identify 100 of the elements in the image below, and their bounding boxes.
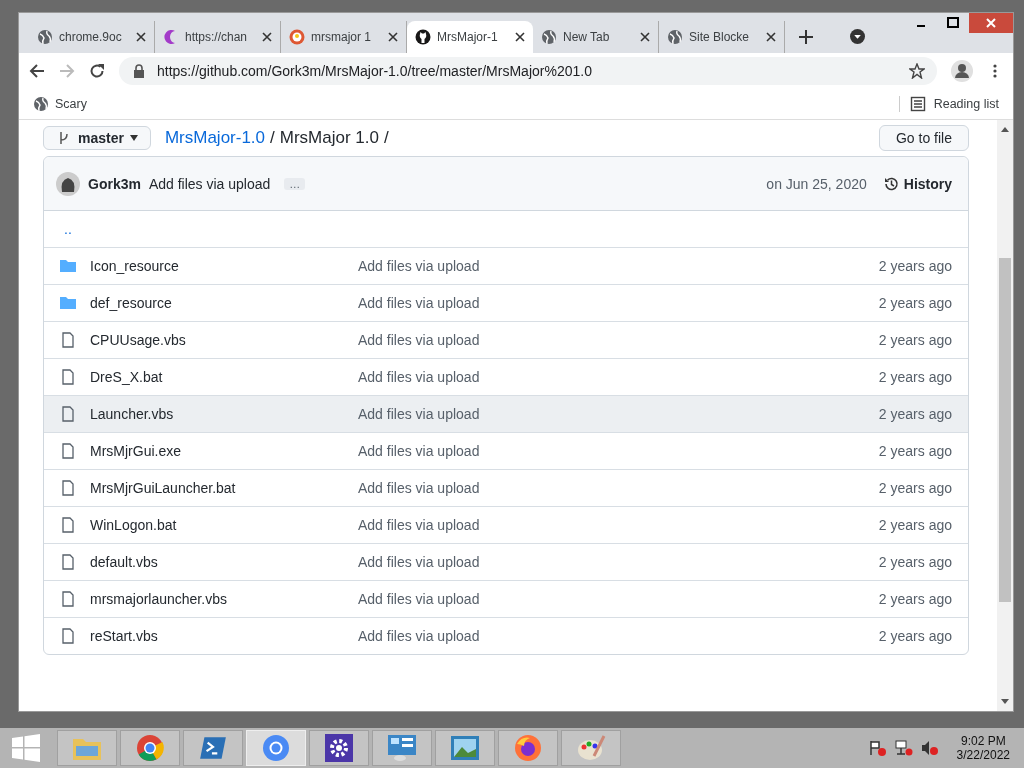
commit-message-link[interactable]: Add files via upload xyxy=(358,295,879,311)
branch-selector[interactable]: master xyxy=(43,126,151,150)
parent-directory-link[interactable]: .. xyxy=(60,221,72,237)
file-row[interactable]: WinLogon.bat Add files via upload 2 years ago xyxy=(44,506,968,543)
scrollbar[interactable] xyxy=(997,120,1013,711)
reading-list-icon[interactable] xyxy=(909,96,926,112)
file-row[interactable]: mrsmajorlauncher.vbs Add files via upload 2 years ago xyxy=(44,580,968,617)
control-panel-icon xyxy=(387,734,417,762)
commit-age: 2 years ago xyxy=(878,628,952,644)
scroll-down-icon[interactable] xyxy=(1001,697,1009,705)
close-icon[interactable] xyxy=(640,32,650,42)
history-icon[interactable] xyxy=(882,175,899,192)
commit-message-link[interactable]: Add files via upload xyxy=(358,628,879,644)
reload-icon[interactable] xyxy=(89,63,105,79)
file-icon xyxy=(60,591,76,607)
commit-message-link[interactable]: Add files via upload xyxy=(358,406,879,422)
commit-message-link[interactable]: Add files via upload xyxy=(358,369,879,385)
bookmark-link[interactable]: Scary xyxy=(55,97,87,111)
file-name-link[interactable]: mrsmajorlauncher.vbs xyxy=(90,591,358,607)
file-name-link[interactable]: def_resource xyxy=(90,295,358,311)
close-icon[interactable] xyxy=(262,32,272,42)
browser-tab[interactable]: MrsMajor-1 xyxy=(407,21,533,53)
close-icon[interactable] xyxy=(766,32,776,42)
file-name-link[interactable]: MrsMjrGui.exe xyxy=(90,443,358,459)
commit-message-link[interactable]: Add files via upload xyxy=(358,517,879,533)
scroll-up-icon[interactable] xyxy=(1001,126,1009,134)
scroll-thumb[interactable] xyxy=(999,258,1011,602)
flag-icon[interactable] xyxy=(868,740,887,756)
avatar-icon xyxy=(56,171,80,196)
breadcrumb-link[interactable]: MrsMajor-1.0 xyxy=(164,128,266,148)
file-icon xyxy=(60,406,76,422)
round-logo-icon xyxy=(289,29,305,45)
address-bar[interactable]: https://github.com/Gork3m/MrsMajor-1.0/tree/master/MrsMajor%201.0 xyxy=(119,57,937,85)
star-icon[interactable] xyxy=(909,63,925,79)
file-name-link[interactable]: WinLogon.bat xyxy=(90,517,358,533)
file-name-link[interactable]: Launcher.vbs xyxy=(90,406,358,422)
commit-age: 2 years ago xyxy=(878,258,952,274)
globe-icon xyxy=(33,96,49,112)
file-row[interactable]: reStart.vbs Add files via upload 2 years ago xyxy=(44,617,968,654)
file-icon xyxy=(60,443,76,459)
file-name-link[interactable]: default.vbs xyxy=(90,554,358,570)
lock-icon xyxy=(131,63,147,79)
taskbar-app-button[interactable] xyxy=(372,730,432,766)
commit-message-link[interactable]: Add files via upload xyxy=(358,554,879,570)
commit-message-link[interactable]: Add files via upload xyxy=(358,591,879,607)
clock-time: 9:02 PM xyxy=(960,734,1006,748)
file-row[interactable]: default.vbs Add files via upload 2 years ago xyxy=(44,543,968,580)
close-icon[interactable] xyxy=(388,32,398,42)
expand-button[interactable]: … xyxy=(284,177,306,190)
file-name-link[interactable]: reStart.vbs xyxy=(90,628,358,644)
commit-age: 2 years ago xyxy=(878,480,952,496)
file-row[interactable]: MrsMjrGui.exe Add files via upload 2 years ago xyxy=(44,432,968,469)
taskbar-app-button[interactable] xyxy=(309,730,369,766)
file-row[interactable]: MrsMjrGuiLauncher.bat Add files via upload 2 years ago xyxy=(44,469,968,506)
file-name-link[interactable]: DreS_X.bat xyxy=(90,369,358,385)
cat-silhouette-icon xyxy=(415,29,431,45)
commit-age: 2 years ago xyxy=(878,369,952,385)
file-name-link[interactable]: CPUUsage.vbs xyxy=(90,332,358,348)
profile-icon[interactable] xyxy=(951,60,973,82)
commit-message[interactable]: Add files via upload xyxy=(148,175,271,192)
terminal-icon xyxy=(198,734,228,762)
commit-message-link[interactable]: Add files via upload xyxy=(358,258,879,274)
back-icon[interactable] xyxy=(29,63,45,79)
commit-message-link[interactable]: Add files via upload xyxy=(358,480,879,496)
caret-icon xyxy=(129,135,138,141)
file-name-link[interactable]: Icon_resource xyxy=(90,258,358,274)
file-row[interactable]: CPUUsage.vbs Add files via upload 2 years ago xyxy=(44,321,968,358)
close-icon[interactable] xyxy=(136,32,146,42)
close-icon[interactable] xyxy=(515,32,525,42)
browser-logo-icon xyxy=(261,734,291,762)
new-tab-icon[interactable] xyxy=(799,30,813,44)
file-row[interactable]: Launcher.vbs Add files via upload 2 years ago xyxy=(44,395,968,432)
history-link[interactable]: History xyxy=(903,175,952,192)
speaker-muted-icon[interactable] xyxy=(920,740,939,756)
reading-list-link[interactable]: Reading list xyxy=(933,97,999,111)
commit-age: 2 years ago xyxy=(878,591,952,607)
commit-message-link[interactable]: Add files via upload xyxy=(358,443,879,459)
file-icon xyxy=(60,480,76,496)
clock[interactable]: 9:02 PM 3/22/2022 xyxy=(956,734,1010,762)
go-to-file-button[interactable]: Go to file xyxy=(878,125,969,151)
file-row[interactable]: Icon_resource Add files via upload 2 years ago xyxy=(44,247,968,284)
landscape-photo-icon xyxy=(450,734,480,762)
folder-icon xyxy=(60,258,76,274)
globe-icon xyxy=(667,29,683,45)
commit-message-link[interactable]: Add files via upload xyxy=(358,332,879,348)
breadcrumb-separator: / xyxy=(270,128,275,148)
network-icon[interactable] xyxy=(894,740,913,756)
commit-author[interactable]: Gork3m xyxy=(88,175,141,192)
file-icon xyxy=(60,332,76,348)
folder-icon xyxy=(60,295,76,311)
file-icon xyxy=(60,628,76,644)
taskbar-app-button[interactable] xyxy=(498,730,558,766)
globe-icon xyxy=(37,29,53,45)
tab-search-icon[interactable] xyxy=(850,29,865,44)
start-icon[interactable] xyxy=(12,734,40,762)
commit-age: 2 years ago xyxy=(878,406,952,422)
file-icon xyxy=(60,554,76,570)
file-name-link[interactable]: MrsMjrGuiLauncher.bat xyxy=(90,480,358,496)
browser-logo-icon xyxy=(135,734,165,762)
file-row[interactable]: def_resource Add files via upload 2 years ago xyxy=(44,284,968,321)
